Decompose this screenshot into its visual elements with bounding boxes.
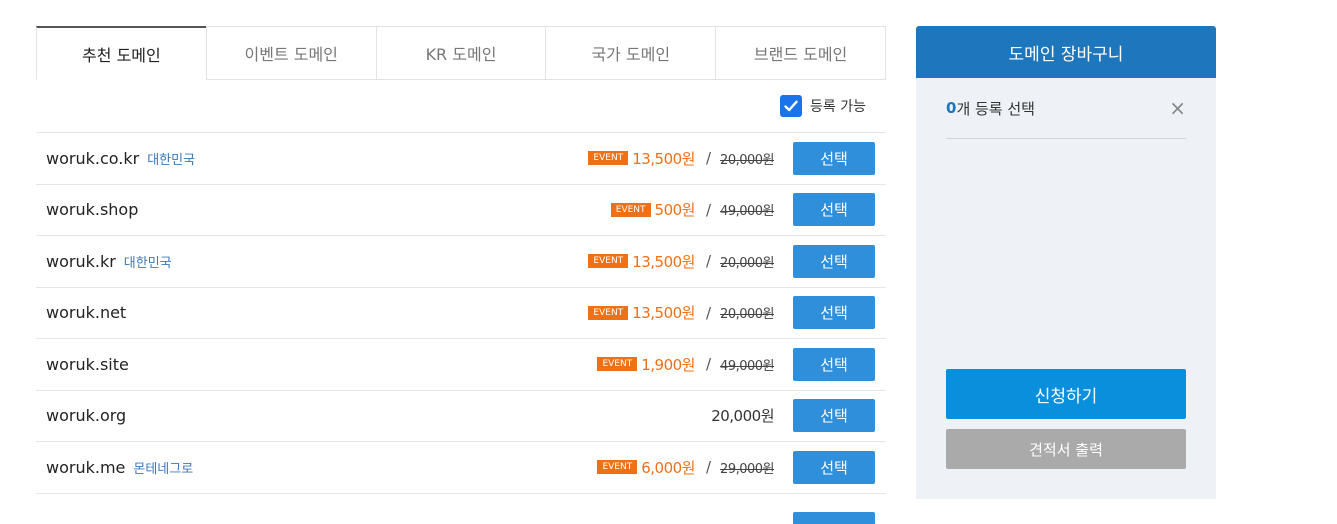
event-price: 13,500원: [632, 304, 695, 323]
price-separator: /: [705, 355, 712, 374]
print-quote-button[interactable]: 견적서 출력: [946, 429, 1186, 469]
domain-cart: 도메인 장바구니 0 개 등록 선택 × 신청하기 견적서 출력: [916, 26, 1216, 499]
original-price: 20,000원: [720, 152, 774, 168]
cart-summary: 0 개 등록 선택 ×: [946, 78, 1186, 139]
country-label: 대한민국: [123, 255, 172, 271]
select-button[interactable]: 선택: [793, 399, 875, 433]
table-row: woruk.shop EVENT 500원 / 49,000원 선택: [36, 185, 886, 236]
price-separator: /: [705, 458, 712, 477]
domain-name: woruk.kr: [46, 251, 116, 271]
price-separator: /: [705, 252, 712, 271]
event-price: 13,500원: [632, 149, 695, 168]
cart-count: 0: [946, 99, 957, 117]
select-button[interactable]: 선택: [793, 141, 875, 175]
tab-brand[interactable]: 브랜드 도메인: [715, 26, 886, 80]
close-icon[interactable]: ×: [1169, 96, 1186, 120]
event-badge: EVENT: [597, 357, 638, 372]
table-row: woruk.kr 대한민국 EVENT 13,500원 / 20,000원 선택: [36, 236, 886, 288]
event-badge: EVENT: [597, 460, 638, 475]
domain-name: woruk.net: [46, 303, 127, 323]
event-price: 6,000원: [641, 458, 695, 477]
event-price: 13,500원: [632, 252, 695, 271]
original-price: 49,000원: [720, 358, 774, 374]
domain-list: woruk.co.kr 대한민국 EVENT 13,500원 / 20,000원…: [36, 133, 886, 524]
domain-name: woruk.shop: [46, 200, 139, 220]
table-row: woruk.org 20,000원 선택: [36, 391, 886, 442]
domain-results: 추천 도메인 이벤트 도메인 KR 도메인 국가 도메인 브랜드 도메인 등록 …: [36, 26, 886, 524]
domain-name: woruk.me: [46, 457, 126, 477]
filter-bar: 등록 가능: [36, 80, 886, 133]
price-separator: /: [705, 149, 712, 168]
select-button[interactable]: 선택: [793, 450, 875, 484]
table-row: woruk.me 몬테네그로 EVENT 6,000원 / 29,000원 선택: [36, 442, 886, 494]
event-price: 1,900원: [641, 355, 695, 374]
country-label: 몬테네그로: [133, 461, 194, 477]
select-button[interactable]: 선택: [793, 347, 875, 381]
cart-count-label: 개 등록 선택: [956, 99, 1035, 118]
price-separator: /: [705, 303, 712, 322]
table-row: woruk.co.kr 대한민국 EVENT 13,500원 / 20,000원…: [36, 133, 886, 185]
event-badge: EVENT: [610, 202, 651, 217]
available-filter-label[interactable]: 등록 가능: [810, 96, 866, 116]
select-button[interactable]: 선택: [793, 193, 875, 227]
apply-button[interactable]: 신청하기: [946, 369, 1186, 419]
tab-event[interactable]: 이벤트 도메인: [205, 26, 376, 80]
original-price: 29,000원: [720, 461, 774, 477]
select-button[interactable]: 선택: [793, 296, 875, 330]
select-button[interactable]: 선택: [793, 244, 875, 278]
table-row: woruk.site EVENT 1,900원 / 49,000원 선택: [36, 339, 886, 391]
regular-price: 20,000원: [711, 407, 774, 426]
domain-name: woruk.org: [46, 406, 127, 426]
tab-bar: 추천 도메인 이벤트 도메인 KR 도메인 국가 도메인 브랜드 도메인: [36, 26, 886, 80]
country-label: 대한민국: [147, 152, 196, 168]
event-badge: EVENT: [588, 305, 629, 320]
checkbox-checked-icon[interactable]: [780, 95, 803, 117]
domain-name: woruk.co.kr: [46, 148, 140, 168]
original-price: 20,000원: [720, 255, 774, 271]
domain-name: woruk.site: [46, 354, 129, 374]
original-price: 49,000원: [720, 204, 774, 220]
original-price: 20,000원: [720, 307, 774, 323]
event-price: 500원: [654, 201, 696, 220]
cart-title: 도메인 장바구니: [916, 26, 1216, 78]
table-row: woruk.net EVENT 13,500원 / 20,000원 선택: [36, 288, 886, 339]
event-badge: EVENT: [588, 151, 629, 166]
tab-kr[interactable]: KR 도메인: [375, 26, 546, 80]
tab-recommended[interactable]: 추천 도메인: [36, 26, 206, 80]
event-badge: EVENT: [588, 254, 629, 269]
price-separator: /: [705, 200, 712, 219]
select-button[interactable]: [793, 511, 875, 524]
table-row-partial: [36, 494, 886, 524]
tab-country[interactable]: 국가 도메인: [545, 26, 716, 80]
